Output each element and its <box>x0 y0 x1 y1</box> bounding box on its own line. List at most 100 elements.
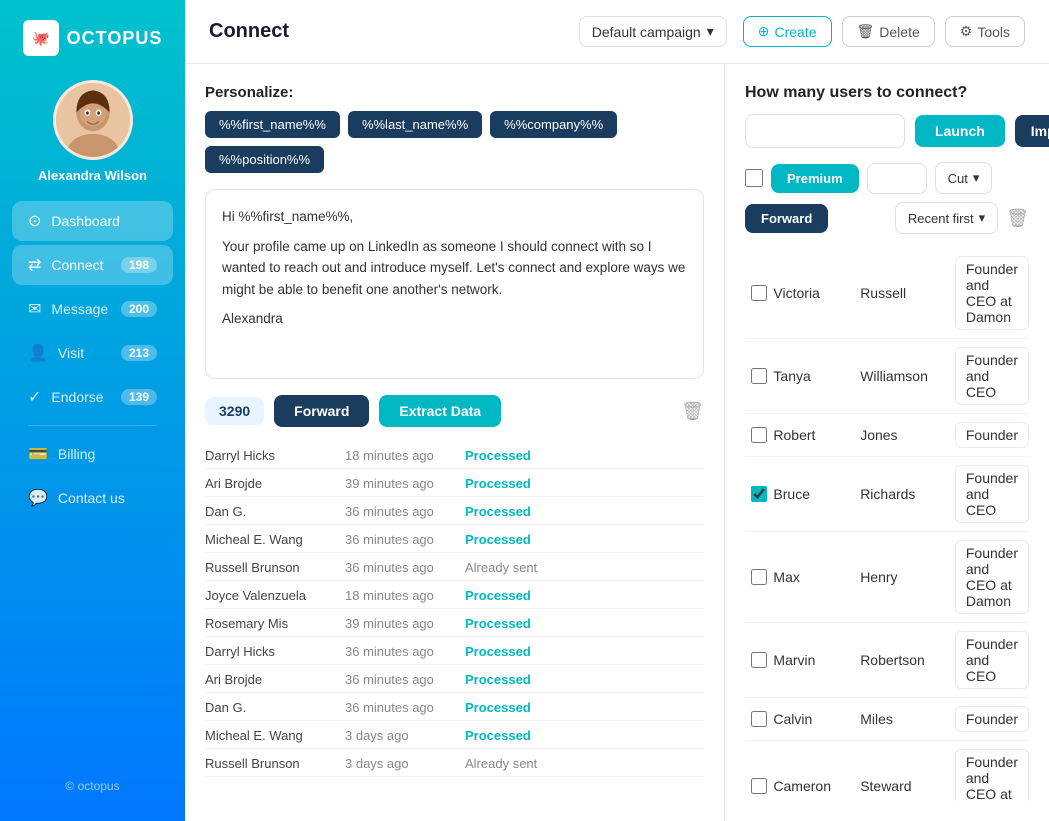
sidebar-item-connect[interactable]: ⇄ Connect 198 <box>12 245 173 285</box>
contact-role[interactable]: Founder <box>955 706 1029 732</box>
contact-last-name: Miles <box>860 711 955 727</box>
activity-row: Ari Brojde 36 minutes ago Processed <box>205 667 704 693</box>
sidebar-item-endorse[interactable]: ✓ Endorse 139 <box>12 377 173 417</box>
tag-company[interactable]: %%company%% <box>490 111 617 138</box>
visit-badge: 213 <box>121 345 157 361</box>
activity-time: 18 minutes ago <box>345 588 465 603</box>
trash-contacts-button[interactable]: 🗑 <box>1006 208 1029 229</box>
contact-first-name: Cameron <box>773 778 860 794</box>
message-greeting: Hi %%first_name%%, <box>222 206 687 228</box>
contact-role[interactable]: Founder <box>955 422 1029 448</box>
sidebar-nav: ⊙ Dashboard ⇄ Connect 198 ✉ Message 200 … <box>0 201 185 767</box>
campaign-name: Default campaign <box>592 24 701 40</box>
contact-role[interactable]: Founder and CEO at Damon <box>955 749 1029 801</box>
visit-icon: 👤 <box>28 343 48 363</box>
activity-time: 36 minutes ago <box>345 532 465 547</box>
contact-last-name: Richards <box>860 486 955 502</box>
create-button[interactable]: ⊕ Create <box>743 16 832 47</box>
contact-role[interactable]: Founder and CEO <box>955 631 1029 689</box>
billing-icon: 💳 <box>28 444 48 464</box>
activity-status: Processed <box>465 504 531 519</box>
sidebar-item-endorse-label: Endorse <box>51 389 103 405</box>
activity-name: Dan G. <box>205 700 345 715</box>
count-badge: 3290 <box>205 397 264 425</box>
cut-dropdown[interactable]: Cut ▾ <box>935 162 993 194</box>
activity-status: Processed <box>465 476 531 491</box>
activity-time: 36 minutes ago <box>345 672 465 687</box>
sidebar-item-visit[interactable]: 👤 Visit 213 <box>12 333 173 373</box>
connect-count-input[interactable] <box>745 114 905 148</box>
activity-time: 3 days ago <box>345 756 465 771</box>
activity-time: 36 minutes ago <box>345 504 465 519</box>
logo-text: OCTOPUS <box>67 28 163 49</box>
contact-role[interactable]: Founder and CEO <box>955 465 1029 523</box>
main-content: Connect Default campaign ▾ ⊕ Create 🗑 De… <box>185 0 1049 821</box>
personalize-label: Personalize: <box>205 84 704 101</box>
message-box[interactable]: Hi %%first_name%%, Your profile came up … <box>205 189 704 379</box>
forward-filter-button[interactable]: Forward <box>745 204 828 233</box>
contact-checkbox[interactable] <box>751 368 767 384</box>
message-icon: ✉ <box>28 299 41 319</box>
endorse-badge: 139 <box>121 389 157 405</box>
contact-role[interactable]: Founder and CEO at Damon <box>955 540 1029 614</box>
premium-filter-button[interactable]: Premium <box>771 164 859 193</box>
contact-checkbox[interactable] <box>751 427 767 443</box>
tag-first-name[interactable]: %%first_name%% <box>205 111 340 138</box>
contact-checkbox[interactable] <box>751 285 767 301</box>
activity-time: 18 minutes ago <box>345 448 465 463</box>
topbar: Connect Default campaign ▾ ⊕ Create 🗑 De… <box>185 0 1049 64</box>
select-all-checkbox[interactable] <box>745 169 763 187</box>
extract-button[interactable]: Extract Data <box>379 395 501 427</box>
launch-button[interactable]: Launch <box>915 115 1005 147</box>
contact-checkbox[interactable] <box>751 486 767 502</box>
contact-last-name: Henry <box>860 569 955 585</box>
delete-list-button[interactable]: 🗑 <box>681 401 704 422</box>
sidebar-item-dashboard[interactable]: ⊙ Dashboard <box>12 201 173 241</box>
table-row: Robert Jones Founder <box>745 414 1029 457</box>
gear-icon: ⚙ <box>960 23 973 40</box>
connect-badge: 198 <box>121 257 157 273</box>
contact-checkbox[interactable] <box>751 778 767 794</box>
cut-input[interactable] <box>867 163 927 194</box>
contact-checkbox[interactable] <box>751 569 767 585</box>
activity-time: 36 minutes ago <box>345 700 465 715</box>
tag-last-name[interactable]: %%last_name%% <box>348 111 482 138</box>
activity-status: Processed <box>465 728 531 743</box>
avatar-area: Alexandra Wilson <box>38 80 147 183</box>
personalize-tags: %%first_name%% %%last_name%% %%company%%… <box>205 111 704 173</box>
activity-status: Processed <box>465 700 531 715</box>
forward-button[interactable]: Forward <box>274 395 369 427</box>
logo-icon: 🐙 <box>23 20 59 56</box>
sidebar-item-message[interactable]: ✉ Message 200 <box>12 289 173 329</box>
table-row: Cameron Steward Founder and CEO at Damon <box>745 741 1029 801</box>
campaign-selector[interactable]: Default campaign ▾ <box>579 16 727 47</box>
contact-checkbox[interactable] <box>751 711 767 727</box>
sidebar-footer: © octopus <box>53 767 131 805</box>
recent-dropdown[interactable]: Recent first ▾ <box>895 202 998 234</box>
sidebar-item-message-label: Message <box>51 301 108 317</box>
trash-icon: 🗑 <box>857 23 875 40</box>
contact-first-name: Bruce <box>773 486 860 502</box>
activity-name: Joyce Valenzuela <box>205 588 345 603</box>
activity-time: 3 days ago <box>345 728 465 743</box>
contact-role[interactable]: Founder and CEO at Damon <box>955 256 1029 330</box>
tag-position[interactable]: %%position%% <box>205 146 324 173</box>
sidebar-item-contact[interactable]: 💬 Contact us <box>12 478 173 518</box>
sidebar-item-billing[interactable]: 💳 Billing <box>12 434 173 474</box>
contact-last-name: Robertson <box>860 652 955 668</box>
message-signature: Alexandra <box>222 308 687 330</box>
delete-button[interactable]: 🗑 Delete <box>842 16 935 47</box>
sidebar: 🐙 OCTOPUS Alexandra Wilson ⊙ Dashboard <box>0 0 185 821</box>
contact-checkbox[interactable] <box>751 652 767 668</box>
filter-bar: Premium Cut ▾ Forward Recent first ▾ 🗑 <box>745 162 1029 234</box>
chevron-down-icon: ▾ <box>979 210 986 226</box>
contact-role[interactable]: Founder and CEO <box>955 347 1029 405</box>
page-title: Connect <box>209 20 563 43</box>
activity-time: 36 minutes ago <box>345 560 465 575</box>
table-row: Marvin Robertson Founder and CEO <box>745 623 1029 698</box>
tools-button[interactable]: ⚙ Tools <box>945 16 1025 47</box>
dashboard-icon: ⊙ <box>28 211 41 231</box>
import-button[interactable]: Import <box>1015 115 1049 147</box>
activity-status: Processed <box>465 532 531 547</box>
activity-name: Russell Brunson <box>205 756 345 771</box>
